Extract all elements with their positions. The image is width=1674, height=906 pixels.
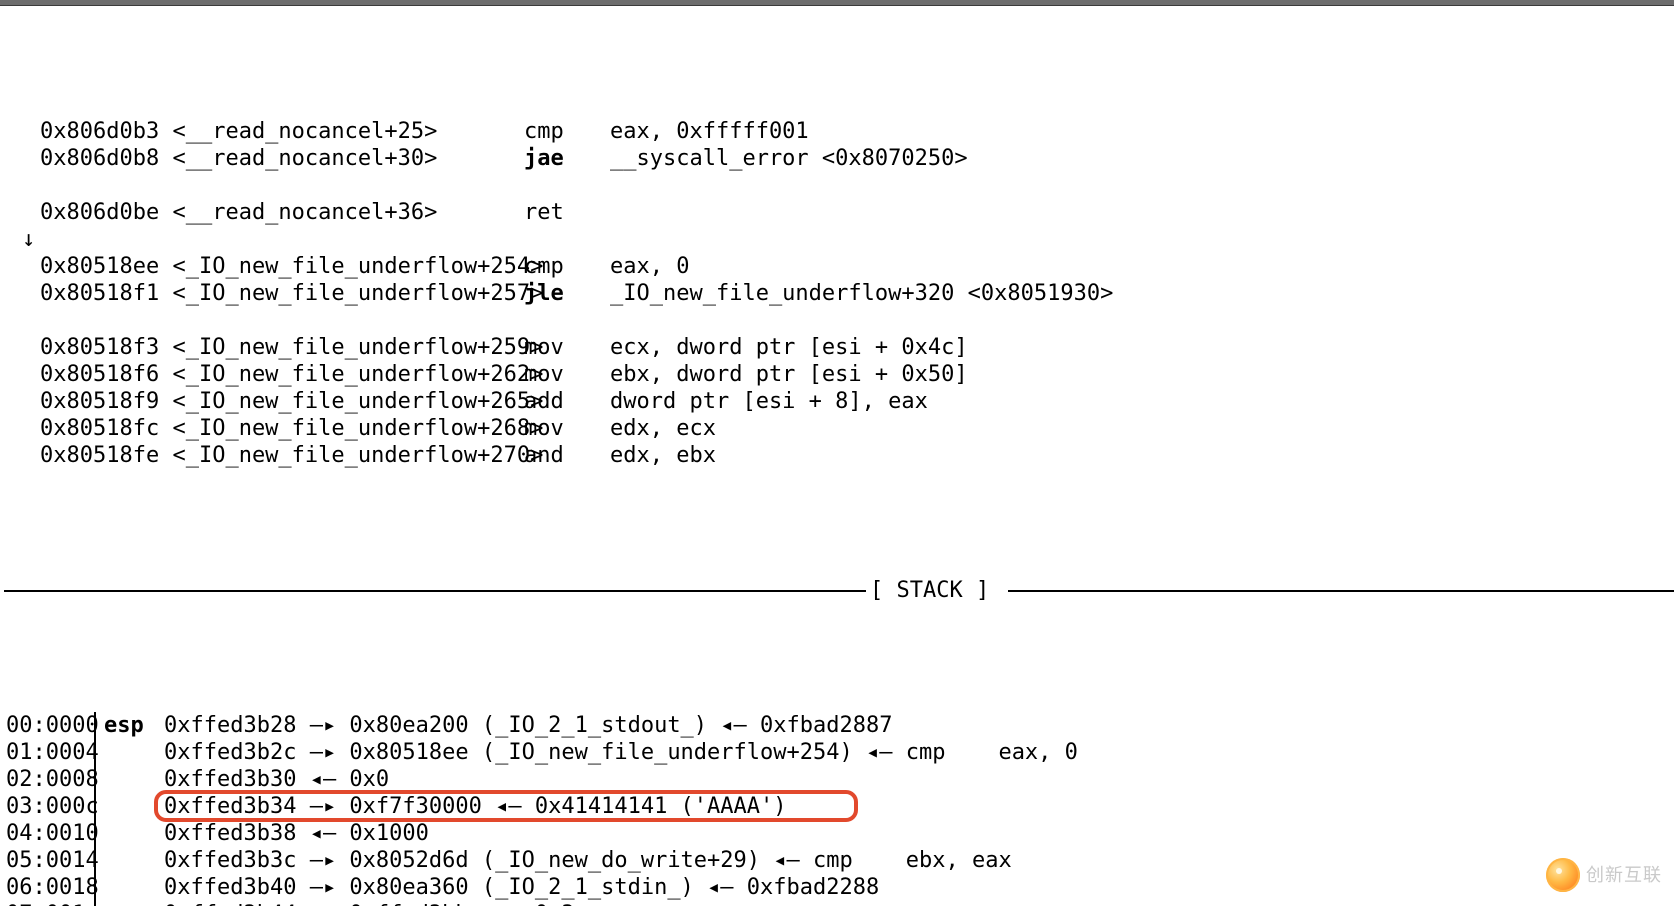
terminal-content[interactable]: 0x806d0b3 <__read_nocancel+25>cmpeax, 0x… xyxy=(0,6,1674,906)
asm-operands: _IO_new_file_underflow+320 <0x8051930> xyxy=(610,280,1113,307)
asm-mnemonic: jle xyxy=(524,280,610,307)
asm-operands: __syscall_error <0x8070250> xyxy=(610,145,968,172)
asm-address: 0x806d0b8 xyxy=(40,146,159,171)
asm-row: 0x80518f1 <_IO_new_file_underflow+257>jl… xyxy=(4,280,1674,307)
section-divider-stack: [ STACK ] xyxy=(4,577,1674,604)
asm-symbol: <_IO_new_file_underflow+265> xyxy=(172,389,543,414)
asm-mnemonic: mov xyxy=(524,361,610,388)
asm-symbol: <_IO_new_file_underflow+259> xyxy=(172,335,543,360)
stack-offset: 03:000c xyxy=(4,793,94,820)
stack-offset: 01:0004 xyxy=(4,739,94,766)
asm-operands: dword ptr [esi + 8], eax xyxy=(610,388,928,415)
asm-address: 0x80518f3 xyxy=(40,335,159,360)
stack-row: 00:0000 esp0xffed3b28 —▸ 0x80ea200 (_IO_2… xyxy=(4,712,1674,739)
stack-row: 05:0014 0xffed3b3c —▸ 0x8052d6d (_IO_new_… xyxy=(4,847,1674,874)
stack-body: 0xffed3b40 —▸ 0x80ea360 (_IO_2_1_stdin_)… xyxy=(164,874,1674,901)
asm-mnemonic: and xyxy=(524,442,610,469)
asm-row: 0x80518f3 <_IO_new_file_underflow+259>mo… xyxy=(4,334,1674,361)
asm-symbol: <_IO_new_file_underflow+268> xyxy=(172,416,543,441)
asm-row: 0x806d0b3 <__read_nocancel+25> cmpeax, 0x… xyxy=(4,118,1674,145)
section-label-stack: [ STACK ] xyxy=(870,577,989,604)
asm-mnemonic: mov xyxy=(524,415,610,442)
stack-separator xyxy=(94,739,96,766)
asm-address: 0x80518fc xyxy=(40,416,159,441)
stack-body: 0xffed3b30 ◂— 0x0 xyxy=(164,766,1674,793)
stack-row: 04:0010 0xffed3b38 ◂— 0x1000 xyxy=(4,820,1674,847)
asm-symbol: <_IO_new_file_underflow+254> xyxy=(172,254,543,279)
asm-address: 0x806d0b3 xyxy=(40,119,159,144)
asm-symbol: <__read_nocancel+25> xyxy=(172,119,437,144)
stack-separator xyxy=(94,901,96,906)
asm-symbol: <_IO_new_file_underflow+262> xyxy=(172,362,543,387)
asm-row: 0x80518ee <_IO_new_file_underflow+254>cm… xyxy=(4,253,1674,280)
asm-address: 0x80518ee xyxy=(40,254,159,279)
stack-offset: 00:0000 xyxy=(4,712,94,739)
stack-body: 0xffed3b2c —▸ 0x80518ee (_IO_new_file_un… xyxy=(164,739,1674,766)
stack-body: 0xffed3b34 —▸ 0xf7f30000 ◂— 0x41414141 (… xyxy=(164,793,1674,820)
asm-symbol: <__read_nocancel+30> xyxy=(172,146,437,171)
asm-row xyxy=(4,307,1674,334)
stack-body: 0xffed3b3c —▸ 0x8052d6d (_IO_new_do_writ… xyxy=(164,847,1674,874)
stack-separator xyxy=(94,793,96,820)
asm-address: 0x80518f6 xyxy=(40,362,159,387)
stack-register: esp xyxy=(104,712,164,739)
asm-row: ↓ xyxy=(4,226,1674,253)
stack-row: 01:0004 0xffed3b2c —▸ 0x80518ee (_IO_new_… xyxy=(4,739,1674,766)
asm-address: 0x80518f1 xyxy=(40,281,159,306)
stack-row: 07:001c 0xffed3b44 —▸ 0xffed3bbc ◂— 0x3 xyxy=(4,901,1674,906)
asm-operands: edx, ecx xyxy=(610,415,716,442)
stack-pane: 00:0000 esp0xffed3b28 —▸ 0x80ea200 (_IO_2… xyxy=(4,712,1674,906)
stack-body: 0xffed3b44 —▸ 0xffed3bbc ◂— 0x3 xyxy=(164,901,1674,906)
asm-row: 0x806d0be <__read_nocancel+36> ret xyxy=(4,199,1674,226)
watermark-text: 创新互联 xyxy=(1586,862,1662,889)
watermark-logo-icon xyxy=(1546,858,1580,892)
asm-mnemonic: add xyxy=(524,388,610,415)
flow-arrow-icon: ↓ xyxy=(4,226,40,253)
stack-separator xyxy=(94,712,96,739)
stack-row: 02:0008 0xffed3b30 ◂— 0x0 xyxy=(4,766,1674,793)
asm-row: 0x806d0b8 <__read_nocancel+30> jae__sysca… xyxy=(4,145,1674,172)
stack-offset: 02:0008 xyxy=(4,766,94,793)
stack-separator xyxy=(94,874,96,901)
asm-mnemonic: cmp xyxy=(524,118,610,145)
stack-offset: 05:0014 xyxy=(4,847,94,874)
disassembly-pane: 0x806d0b3 <__read_nocancel+25>cmpeax, 0x… xyxy=(4,118,1674,469)
stack-separator xyxy=(94,847,96,874)
asm-mnemonic: ret xyxy=(524,199,610,226)
asm-symbol: <_IO_new_file_underflow+257> xyxy=(172,281,543,306)
stack-separator xyxy=(94,766,96,793)
asm-row: 0x80518fe <_IO_new_file_underflow+270>an… xyxy=(4,442,1674,469)
asm-symbol: <_IO_new_file_underflow+270> xyxy=(172,443,543,468)
stack-row: 03:000c 0xffed3b34 —▸ 0xf7f30000 ◂— 0x414… xyxy=(4,793,1674,820)
asm-address: 0x80518f9 xyxy=(40,389,159,414)
asm-symbol: <__read_nocancel+36> xyxy=(172,200,437,225)
asm-operands: edx, ebx xyxy=(610,442,716,469)
asm-address: 0x806d0be xyxy=(40,200,159,225)
stack-row: 06:0018 0xffed3b40 —▸ 0x80ea360 (_IO_2_1_… xyxy=(4,874,1674,901)
stack-offset: 07:001c xyxy=(4,901,94,906)
asm-address: 0x80518fe xyxy=(40,443,159,468)
asm-operands: eax, 0 xyxy=(610,253,689,280)
stack-offset: 04:0010 xyxy=(4,820,94,847)
asm-row xyxy=(4,172,1674,199)
asm-operands: ecx, dword ptr [esi + 0x4c] xyxy=(610,334,968,361)
stack-separator xyxy=(94,820,96,847)
watermark: 创新互联 xyxy=(1546,858,1662,892)
asm-mnemonic: mov xyxy=(524,334,610,361)
stack-body: 0xffed3b38 ◂— 0x1000 xyxy=(164,820,1674,847)
asm-operands: eax, 0xfffff001 xyxy=(610,118,809,145)
stack-body: 0xffed3b28 —▸ 0x80ea200 (_IO_2_1_stdout_… xyxy=(164,712,1674,739)
asm-row: 0x80518fc <_IO_new_file_underflow+268>mo… xyxy=(4,415,1674,442)
asm-operands: ebx, dword ptr [esi + 0x50] xyxy=(610,361,968,388)
asm-mnemonic: cmp xyxy=(524,253,610,280)
asm-mnemonic: jae xyxy=(524,145,610,172)
stack-offset: 06:0018 xyxy=(4,874,94,901)
asm-row: 0x80518f9 <_IO_new_file_underflow+265>ad… xyxy=(4,388,1674,415)
asm-row: 0x80518f6 <_IO_new_file_underflow+262>mo… xyxy=(4,361,1674,388)
